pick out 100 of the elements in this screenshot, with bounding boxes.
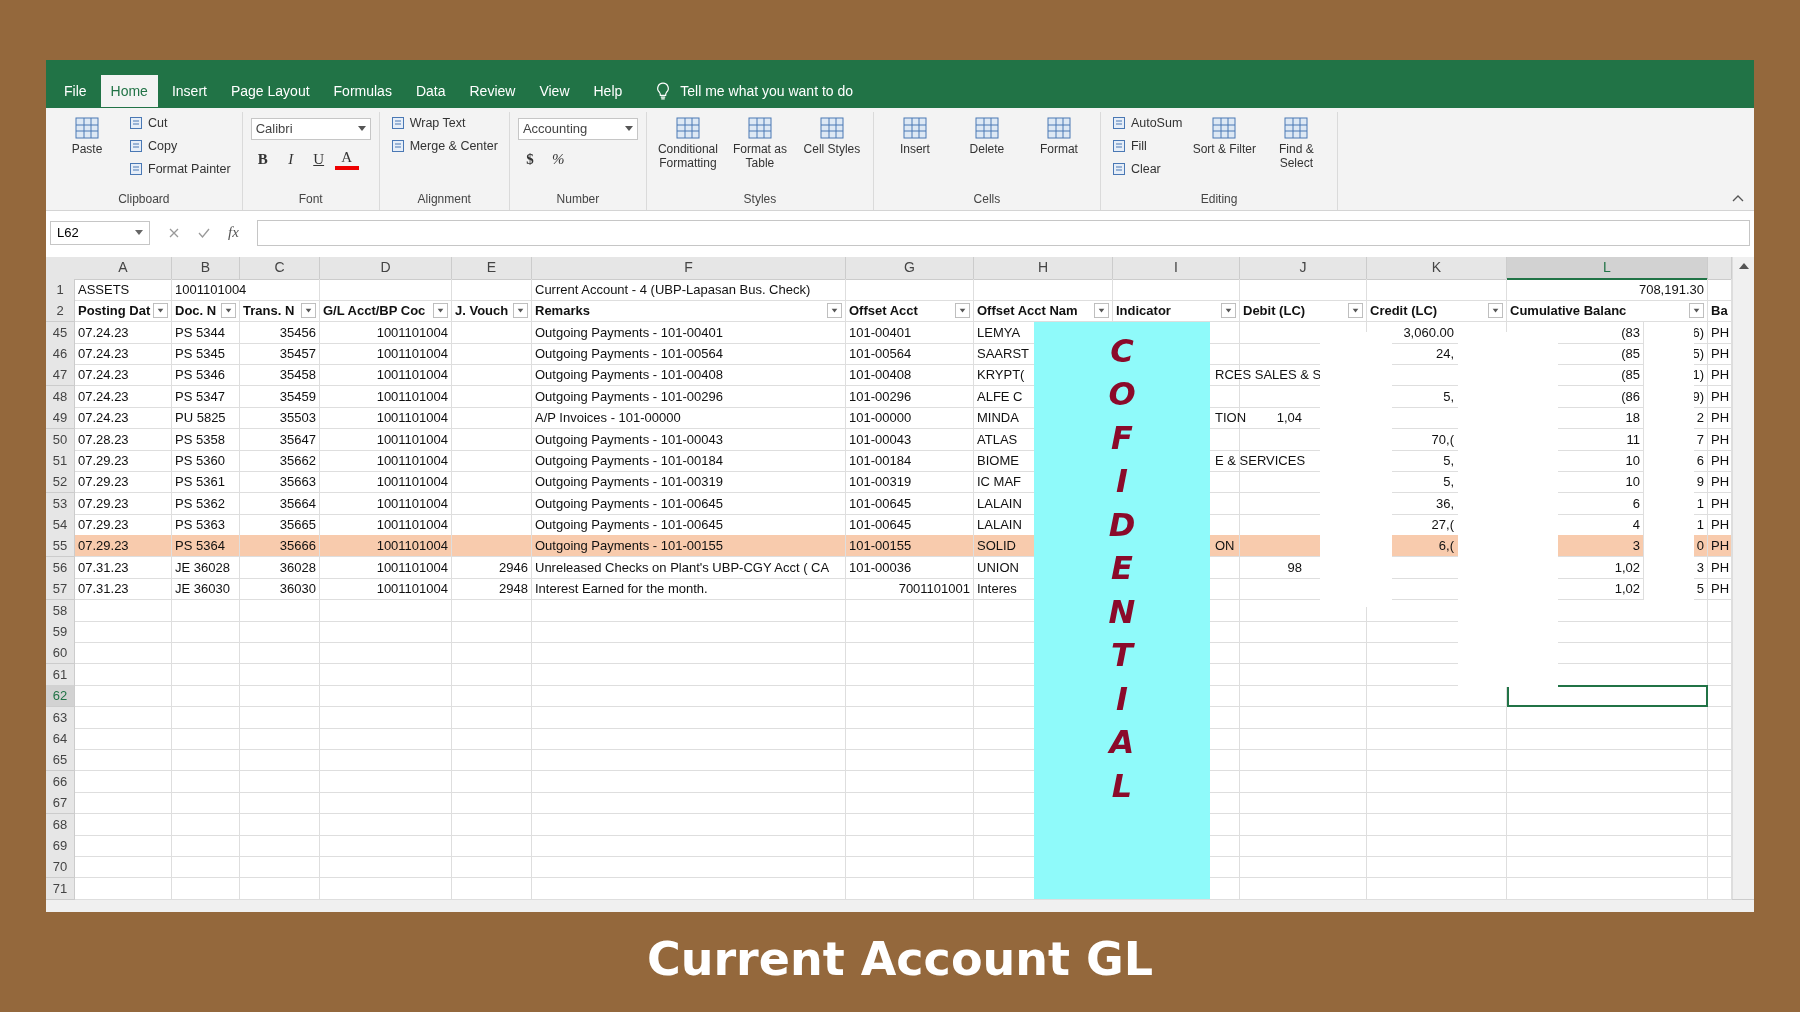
filter-dropdown[interactable]: [513, 303, 528, 319]
row-number[interactable]: 59: [46, 621, 75, 643]
text-style-toggle[interactable]: %: [545, 147, 570, 172]
row-number[interactable]: 60: [46, 642, 75, 665]
filter-dropdown[interactable]: [301, 303, 316, 319]
ribbon-tab[interactable]: View: [529, 74, 580, 107]
row-number[interactable]: 68: [46, 813, 75, 836]
row-number[interactable]: 54: [46, 514, 75, 537]
ribbon-button[interactable]: Format: [1025, 111, 1092, 186]
text-style-toggle[interactable]: I: [278, 147, 303, 172]
ribbon-button[interactable]: Delete: [953, 111, 1020, 186]
row-number[interactable]: 56: [46, 556, 75, 579]
row-number[interactable]: 55: [46, 535, 75, 558]
column-header[interactable]: E: [452, 256, 532, 280]
text-style-toggle[interactable]: $: [517, 147, 542, 172]
filter-dropdown[interactable]: [1348, 303, 1363, 319]
row-number[interactable]: 70: [46, 856, 75, 879]
ribbon-button[interactable]: Paste: [54, 111, 120, 186]
ribbon-button[interactable]: Find & Select: [1263, 111, 1330, 186]
filter-dropdown[interactable]: [433, 303, 448, 319]
insert-function-button[interactable]: fx: [228, 224, 239, 242]
row-number[interactable]: 61: [46, 663, 75, 686]
ribbon-tab[interactable]: Help: [583, 74, 633, 107]
row-number[interactable]: 71: [46, 877, 75, 900]
table-cell: 35647: [240, 428, 320, 451]
ribbon-button[interactable]: Copy: [126, 134, 234, 158]
filter-dropdown[interactable]: [1094, 303, 1109, 319]
row-number[interactable]: 64: [46, 727, 75, 750]
column-header[interactable]: A: [75, 256, 172, 280]
name-box[interactable]: L62: [50, 220, 150, 245]
ribbon-tab[interactable]: Page Layout: [220, 74, 320, 107]
row-number[interactable]: 51: [46, 449, 75, 472]
ribbon-button[interactable]: Cell Styles: [798, 111, 865, 186]
column-header[interactable]: B: [172, 256, 240, 280]
ribbon-tab[interactable]: Review: [459, 74, 526, 107]
vertical-scrollbar[interactable]: [1732, 256, 1754, 900]
row-number[interactable]: 69: [46, 834, 75, 857]
filter-dropdown[interactable]: [827, 303, 842, 319]
ribbon-tab[interactable]: File: [54, 74, 97, 107]
filter-dropdown[interactable]: [955, 303, 970, 319]
ribbon-button[interactable]: Format as Table: [726, 111, 793, 186]
cancel-icon[interactable]: [168, 226, 180, 239]
column-header[interactable]: D: [320, 256, 452, 280]
collapse-icon[interactable]: [1732, 194, 1744, 202]
ribbon-button[interactable]: Merge & Center: [387, 134, 501, 158]
row-number[interactable]: 2: [46, 300, 75, 323]
column-header[interactable]: I: [1113, 256, 1240, 280]
row-number[interactable]: 62: [46, 685, 75, 708]
check-icon[interactable]: [198, 226, 210, 239]
table-cell: 2948: [452, 578, 532, 601]
ribbon-button[interactable]: AutoSum: [1108, 111, 1186, 135]
text-style-toggle[interactable]: U: [306, 147, 331, 172]
filter-dropdown[interactable]: [1221, 303, 1236, 319]
active-cell[interactable]: [1507, 685, 1708, 708]
tell-me-search[interactable]: Tell me what you want to do: [680, 82, 854, 99]
ribbon-button[interactable]: Sort & Filter: [1191, 111, 1258, 186]
column-header[interactable]: F: [532, 256, 846, 280]
row-number[interactable]: 48: [46, 385, 75, 408]
filter-dropdown[interactable]: [1689, 303, 1704, 319]
row-number[interactable]: 63: [46, 706, 75, 729]
column-title: Posting Dat: [78, 303, 151, 319]
row-number[interactable]: 50: [46, 428, 75, 451]
dropdown-field[interactable]: Accounting: [517, 117, 638, 140]
row-number[interactable]: 1: [46, 278, 75, 301]
up-arrow-icon[interactable]: [1738, 262, 1749, 269]
row-number[interactable]: 53: [46, 492, 75, 515]
empty-cell: [172, 706, 240, 729]
row-number[interactable]: 52: [46, 471, 75, 494]
row-number[interactable]: 67: [46, 792, 75, 815]
filter-dropdown[interactable]: [153, 303, 168, 319]
row-number[interactable]: 45: [46, 321, 75, 344]
ribbon-tab[interactable]: Formulas: [323, 74, 402, 107]
text-style-toggle[interactable]: A: [334, 147, 359, 170]
dropdown-field[interactable]: Calibri: [250, 117, 371, 140]
ribbon-tab[interactable]: Insert: [161, 74, 217, 107]
ribbon-button[interactable]: Fill: [1108, 134, 1186, 158]
column-header[interactable]: G: [846, 256, 974, 280]
ribbon-tab[interactable]: Data: [405, 74, 456, 107]
column-header[interactable]: L: [1507, 256, 1708, 280]
column-header[interactable]: C: [240, 256, 320, 280]
row-number[interactable]: 65: [46, 749, 75, 772]
row-number[interactable]: 66: [46, 770, 75, 793]
row-number[interactable]: 47: [46, 364, 75, 387]
ribbon-button[interactable]: Format Painter: [126, 157, 234, 181]
ribbon-tab[interactable]: Home: [100, 74, 158, 107]
ribbon-button[interactable]: Clear: [1108, 157, 1186, 181]
filter-dropdown[interactable]: [1488, 303, 1503, 319]
ribbon-button[interactable]: Wrap Text: [387, 111, 501, 135]
ribbon-button[interactable]: Cut: [126, 111, 234, 135]
column-header[interactable]: J: [1240, 256, 1367, 280]
row-number[interactable]: 49: [46, 407, 75, 430]
column-header[interactable]: H: [974, 256, 1113, 280]
row-number[interactable]: 46: [46, 342, 75, 365]
ribbon-button[interactable]: Conditional Formatting: [654, 111, 721, 186]
row-number[interactable]: 58: [46, 599, 75, 622]
formula-input[interactable]: [256, 219, 1750, 246]
ribbon-button[interactable]: Insert: [881, 111, 948, 186]
row-number[interactable]: 57: [46, 578, 75, 601]
filter-dropdown[interactable]: [221, 303, 236, 319]
text-style-toggle[interactable]: B: [250, 147, 275, 172]
